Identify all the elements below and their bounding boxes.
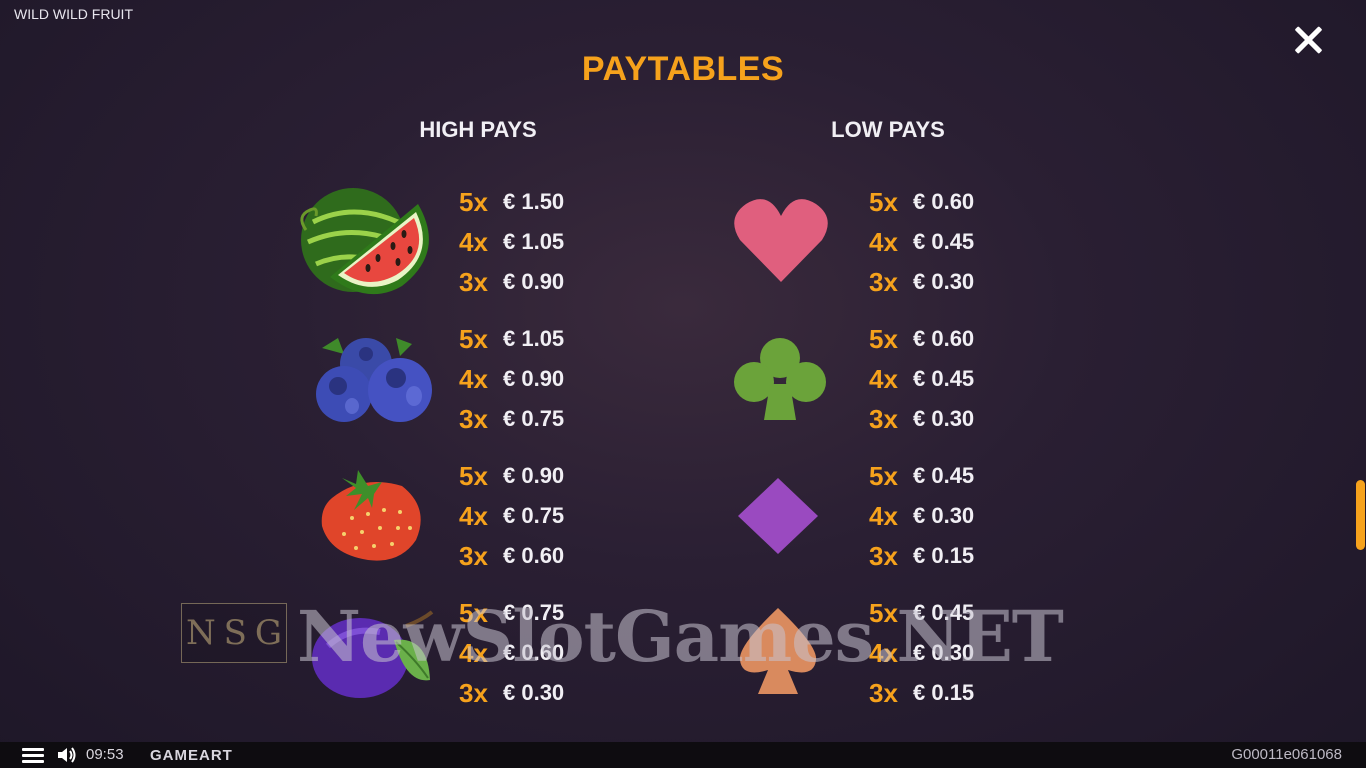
watermark-letter: N: [185, 613, 216, 653]
payout-amount: € 0.90: [503, 269, 565, 294]
multiplier: 5x: [459, 460, 488, 491]
watermark-text: NewSlotGames.NET: [297, 595, 1064, 678]
payout-amount: € 0.90: [503, 463, 565, 488]
multiplier: 3x: [869, 266, 898, 297]
clock: 09:53: [86, 746, 124, 763]
scrollbar-thumb[interactable]: [1356, 480, 1365, 550]
payout-amount: € 0.45: [913, 463, 975, 488]
multiplier: 4x: [459, 226, 488, 257]
payout-amount: € 0.75: [503, 503, 565, 528]
menu-icon[interactable]: [22, 748, 44, 764]
multiplier: 3x: [869, 677, 898, 708]
payout-amount: € 0.30: [913, 406, 975, 431]
watermark: N S G NewSlotGames.NET: [181, 595, 1191, 678]
brand-logo: GAMEART: [150, 747, 233, 764]
multiplier: 4x: [869, 363, 898, 394]
payout-amount: € 0.60: [913, 326, 975, 351]
bottom-bar: 09:53 GAMEART G00011e061068: [0, 742, 1366, 768]
multiplier: 5x: [459, 323, 488, 354]
blueberries-icon: [316, 338, 432, 422]
multiplier: 4x: [869, 500, 898, 531]
watermelon-icon: [300, 188, 429, 295]
multiplier: 4x: [869, 226, 898, 257]
watermark-logo: N S G: [181, 603, 287, 663]
multiplier: 3x: [459, 403, 488, 434]
multiplier: 5x: [869, 186, 898, 217]
multiplier: 3x: [869, 540, 898, 571]
payout-amount: € 1.05: [503, 326, 565, 351]
club-icon: [734, 338, 826, 420]
payout-amount: € 0.60: [503, 543, 565, 568]
payout-amount: € 0.45: [913, 366, 975, 391]
scrollbar-track[interactable]: [1356, 0, 1366, 742]
multiplier: 5x: [869, 323, 898, 354]
payout-amount: € 1.05: [503, 229, 565, 254]
multiplier: 3x: [869, 403, 898, 434]
payout-amount: € 0.90: [503, 366, 565, 391]
payout-amount: € 0.60: [913, 189, 975, 214]
low-pays-title: LOW PAYS: [831, 117, 945, 142]
watermark-letter: S: [223, 613, 247, 653]
multiplier: 3x: [459, 266, 488, 297]
payout-amount: € 0.45: [913, 229, 975, 254]
game-title: WILD WILD FRUIT: [14, 6, 133, 22]
multiplier: 5x: [869, 460, 898, 491]
heart-icon: [734, 199, 828, 282]
multiplier: 3x: [459, 540, 488, 571]
diamond-icon: [738, 478, 818, 554]
multiplier: 3x: [459, 677, 488, 708]
payout-amount: € 0.15: [913, 543, 975, 568]
multiplier: 4x: [459, 500, 488, 531]
payout-amount: € 0.75: [503, 406, 565, 431]
page-title: PAYTABLES: [581, 50, 785, 88]
high-pays-title: HIGH PAYS: [419, 117, 537, 142]
payout-amount: € 0.15: [913, 680, 975, 705]
sound-icon[interactable]: [56, 746, 78, 764]
payout-amount: € 0.30: [913, 503, 975, 528]
payout-amount: € 0.30: [503, 680, 565, 705]
multiplier: 5x: [459, 186, 488, 217]
multiplier: 4x: [459, 363, 488, 394]
payout-amount: € 0.30: [913, 269, 975, 294]
strawberry-icon: [321, 470, 421, 561]
watermark-letter: G: [254, 613, 283, 653]
payout-amount: € 1.50: [503, 189, 565, 214]
game-id: G00011e061068: [1231, 746, 1342, 763]
